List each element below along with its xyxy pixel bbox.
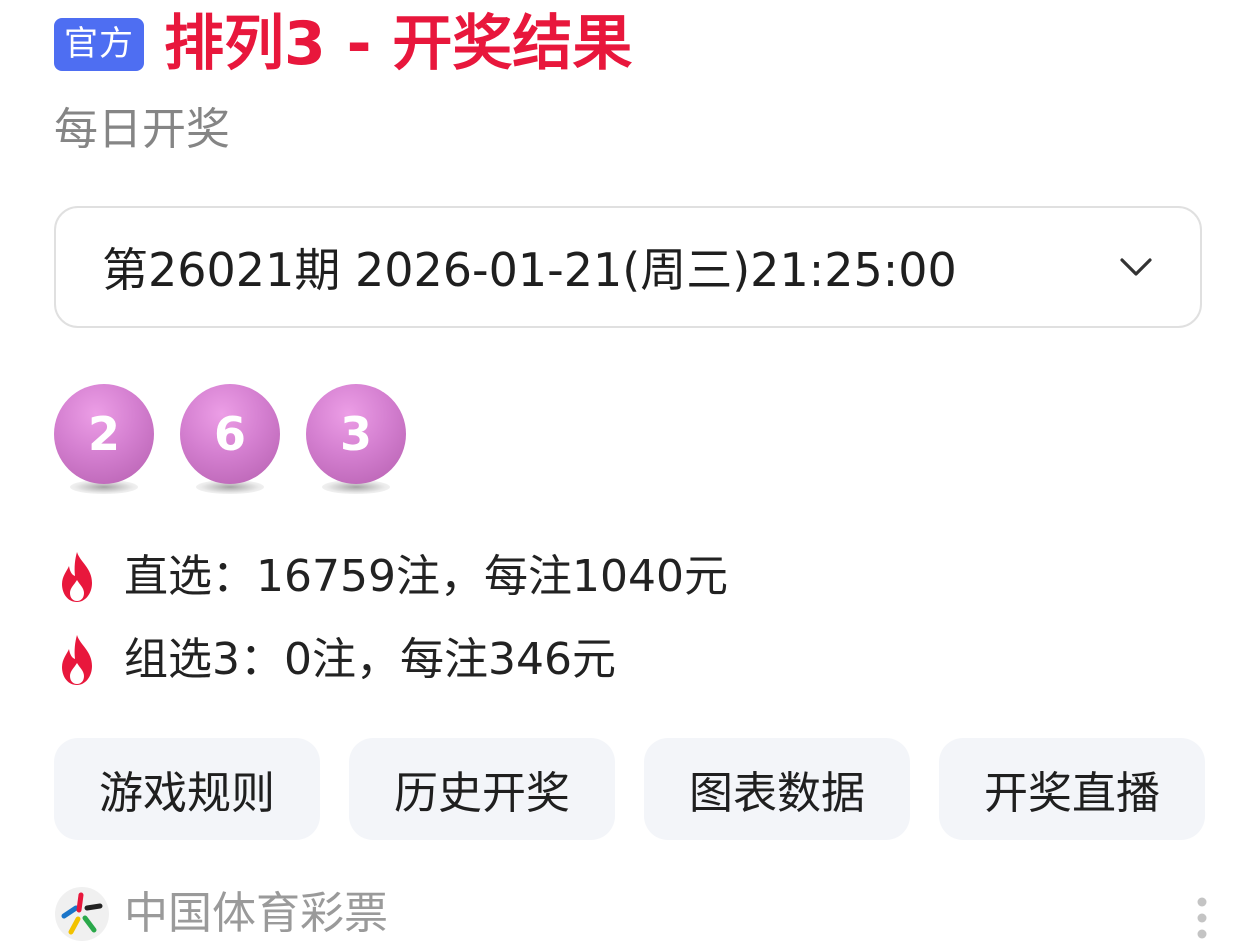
issue-dropdown[interactable]: 第26021期 2026-01-21(周三)21:25:00	[54, 206, 1202, 328]
official-badge: 官方	[54, 17, 144, 71]
fire-icon	[62, 635, 92, 685]
chart-data-button[interactable]: 图表数据	[644, 738, 910, 840]
fire-icon	[62, 552, 92, 602]
number-ball: 2	[54, 384, 154, 484]
prize-text: 组选3：0注，每注346元	[124, 634, 616, 685]
prize-text: 直选：16759注，每注1040元	[124, 551, 728, 602]
ball-item: 6	[180, 384, 280, 496]
ball-item: 3	[306, 384, 406, 496]
draw-frequency: 每日开奖	[54, 104, 230, 155]
history-button[interactable]: 历史开奖	[349, 738, 615, 840]
action-buttons: 游戏规则 历史开奖 图表数据 开奖直播	[54, 738, 1205, 840]
prize-row-group3: 组选3：0注，每注346元	[54, 633, 616, 687]
game-rules-button[interactable]: 游戏规则	[54, 738, 320, 840]
header: 官方 排列3 - 开奖结果	[54, 14, 632, 74]
live-draw-button[interactable]: 开奖直播	[939, 738, 1205, 840]
ball-item: 2	[54, 384, 154, 496]
china-sports-lottery-logo	[55, 887, 109, 941]
number-ball: 3	[306, 384, 406, 484]
lottery-result-card: 官方 排列3 - 开奖结果 每日开奖 第26021期 2026-01-21(周三…	[0, 0, 1260, 952]
more-options-icon[interactable]	[1192, 894, 1212, 942]
winning-numbers: 2 6 3	[54, 384, 432, 496]
chevron-down-icon	[1120, 258, 1152, 276]
source-name: 中国体育彩票	[124, 888, 388, 939]
page-title[interactable]: 排列3 - 开奖结果	[164, 14, 632, 74]
number-ball: 6	[180, 384, 280, 484]
source-footer[interactable]: 中国体育彩票	[54, 886, 388, 942]
prize-row-direct: 直选：16759注，每注1040元	[54, 550, 728, 604]
issue-selected-value: 第26021期 2026-01-21(周三)21:25:00	[102, 243, 957, 297]
